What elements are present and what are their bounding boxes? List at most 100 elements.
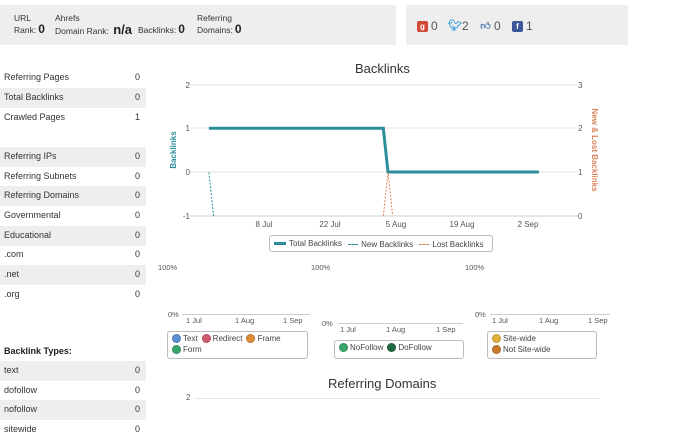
y-right-tick: 0 bbox=[578, 212, 583, 221]
series-line-total-backlinks bbox=[208, 126, 539, 174]
sidebar-row-com: .com 0 bbox=[0, 245, 146, 265]
legend-frame[interactable]: Frame bbox=[246, 334, 281, 343]
series-line-new-backlinks bbox=[208, 172, 215, 217]
chart3-baseline bbox=[490, 314, 610, 315]
referring-label-2: Domains: bbox=[197, 25, 233, 35]
row-label: .com bbox=[4, 249, 24, 259]
chart1-x-tick: 1 Aug bbox=[235, 316, 255, 325]
like-count[interactable]: 👍︎ 0 bbox=[480, 19, 501, 33]
legend-dofollow[interactable]: DoFollow bbox=[387, 343, 432, 352]
chart3-x-tick: 1 Aug bbox=[539, 316, 559, 325]
legend-dot bbox=[246, 334, 256, 343]
backlinks-label: Backlinks: bbox=[138, 25, 177, 35]
chart3-y-bottom-label: 0% bbox=[475, 310, 486, 319]
legend-label: Site-wide bbox=[503, 334, 536, 343]
legend-not-sitewide[interactable]: Not Site-wide bbox=[492, 345, 551, 354]
x-tick: 8 Jul bbox=[256, 220, 273, 229]
chart2-y-top-label: 100% bbox=[311, 263, 331, 272]
row-value: 0 bbox=[134, 151, 140, 161]
y-left-axis-label: Backlinks bbox=[169, 131, 178, 169]
x-tick: 2 Sep bbox=[518, 220, 539, 229]
ahrefs-rank-value: n/a bbox=[113, 22, 133, 37]
row-label: sitewide bbox=[4, 424, 37, 433]
backlinks-metric: Backlinks: 0 bbox=[138, 22, 185, 36]
referring-domains-chart-title: Referring Domains bbox=[328, 376, 437, 391]
twitter-icon: 🐦︎ bbox=[448, 19, 462, 32]
legend-dot bbox=[339, 343, 348, 352]
twitter-count[interactable]: 🐦︎ 2 bbox=[448, 19, 469, 33]
chart1-x-tick: 1 Sep bbox=[283, 316, 303, 325]
legend-label: New Backlinks bbox=[361, 240, 414, 249]
chart3-x-tick: 1 Sep bbox=[588, 316, 608, 325]
like-value: 0 bbox=[494, 19, 501, 33]
twitter-value: 2 bbox=[462, 19, 469, 33]
legend-form[interactable]: Form bbox=[172, 345, 202, 354]
sidebar-row-crawled-pages: Crawled Pages 1 bbox=[0, 108, 146, 128]
y-right-tick: 1 bbox=[578, 168, 583, 177]
row-label: Referring Pages bbox=[4, 72, 70, 82]
chart3-legend: Site-wide Not Site-wide bbox=[487, 331, 597, 359]
sidebar-row-org: .org 0 bbox=[0, 285, 146, 305]
row-value: 0 bbox=[134, 424, 140, 433]
chart3-x-tick: 1 Jul bbox=[492, 316, 508, 325]
row-label: Governmental bbox=[4, 210, 61, 220]
legend-new-backlinks[interactable]: New Backlinks bbox=[348, 240, 413, 249]
y-left-tick: 2 bbox=[186, 81, 191, 90]
row-label: text bbox=[4, 365, 19, 375]
legend-lost-backlinks[interactable]: Lost Backlinks bbox=[419, 240, 484, 249]
facebook-count[interactable]: f 1 bbox=[512, 19, 533, 33]
chart2-x-tick: 1 Jul bbox=[340, 325, 356, 334]
chart2-y-bottom-label: 0% bbox=[322, 319, 333, 328]
x-tick: 5 Aug bbox=[386, 220, 406, 229]
social-panel: g 0 🐦︎ 2 👍︎ 0 f 1 bbox=[406, 5, 628, 45]
legend-swatch bbox=[274, 242, 286, 245]
backlinks-chart: 2 1 0 -1 3 2 1 0 Backlinks New & Lost Ba… bbox=[169, 81, 599, 229]
row-value: 0 bbox=[134, 171, 140, 181]
legend-swatch bbox=[348, 244, 359, 245]
chart2-x-tick: 1 Sep bbox=[436, 325, 456, 334]
sidebar-row-educational: Educational 0 bbox=[0, 226, 146, 246]
y-right-tick: 2 bbox=[578, 124, 583, 133]
sidebar-row-dofollow: dofollow 0 bbox=[0, 381, 146, 401]
referring-domains-gridline bbox=[195, 398, 600, 399]
gplus-value: 0 bbox=[431, 19, 438, 33]
chart2-x-tick: 1 Aug bbox=[386, 325, 406, 334]
chart2-baseline bbox=[338, 323, 463, 324]
legend-text[interactable]: Text bbox=[172, 334, 198, 343]
row-label: .org bbox=[4, 289, 20, 299]
row-value: 0 bbox=[134, 365, 140, 375]
url-rank-label-2: Rank: bbox=[14, 25, 37, 35]
row-value: 1 bbox=[134, 112, 140, 122]
y-left-tick: 1 bbox=[186, 124, 191, 133]
y-right-tick: 3 bbox=[578, 81, 583, 90]
x-tick: 22 Jul bbox=[319, 220, 341, 229]
url-rank-value: 0 bbox=[38, 22, 45, 36]
row-value: 0 bbox=[134, 289, 140, 299]
referring-domains-y-tick: 2 bbox=[186, 393, 191, 402]
legend-dot bbox=[201, 334, 211, 343]
row-label: Referring Subnets bbox=[4, 171, 77, 181]
sidebar-row-referring-subnets: Referring Subnets 0 bbox=[0, 167, 146, 187]
backlinks-value: 0 bbox=[178, 22, 185, 36]
sidebar-row-governmental: Governmental 0 bbox=[0, 206, 146, 226]
sidebar-row-net: .net 0 bbox=[0, 265, 146, 285]
legend-label: Form bbox=[183, 345, 202, 354]
facebook-value: 1 bbox=[526, 19, 533, 33]
gplus-count[interactable]: g 0 bbox=[417, 19, 438, 33]
legend-nofollow[interactable]: NoFollow bbox=[339, 343, 383, 352]
legend-total-backlinks[interactable]: Total Backlinks bbox=[274, 239, 342, 248]
row-label: Crawled Pages bbox=[4, 112, 66, 122]
y-right-axis-label: New & Lost Backlinks bbox=[590, 108, 599, 192]
legend-sitewide[interactable]: Site-wide bbox=[492, 334, 536, 343]
row-label: .net bbox=[4, 269, 20, 279]
y-left-tick: -1 bbox=[183, 212, 191, 221]
series-line-lost-backlinks bbox=[382, 172, 394, 217]
row-label: dofollow bbox=[4, 385, 38, 395]
legend-redirect[interactable]: Redirect bbox=[201, 334, 242, 343]
sidebar-row-nofollow: nofollow 0 bbox=[0, 400, 146, 420]
legend-label: NoFollow bbox=[350, 343, 384, 352]
row-value: 0 bbox=[134, 230, 140, 240]
stats-bar: URL Rank: 0 Ahrefs Domain Rank: n/a Backl… bbox=[0, 5, 628, 45]
row-label: Referring IPs bbox=[4, 151, 57, 161]
backlinks-legend: Total Backlinks New Backlinks Lost Backl… bbox=[269, 235, 493, 252]
